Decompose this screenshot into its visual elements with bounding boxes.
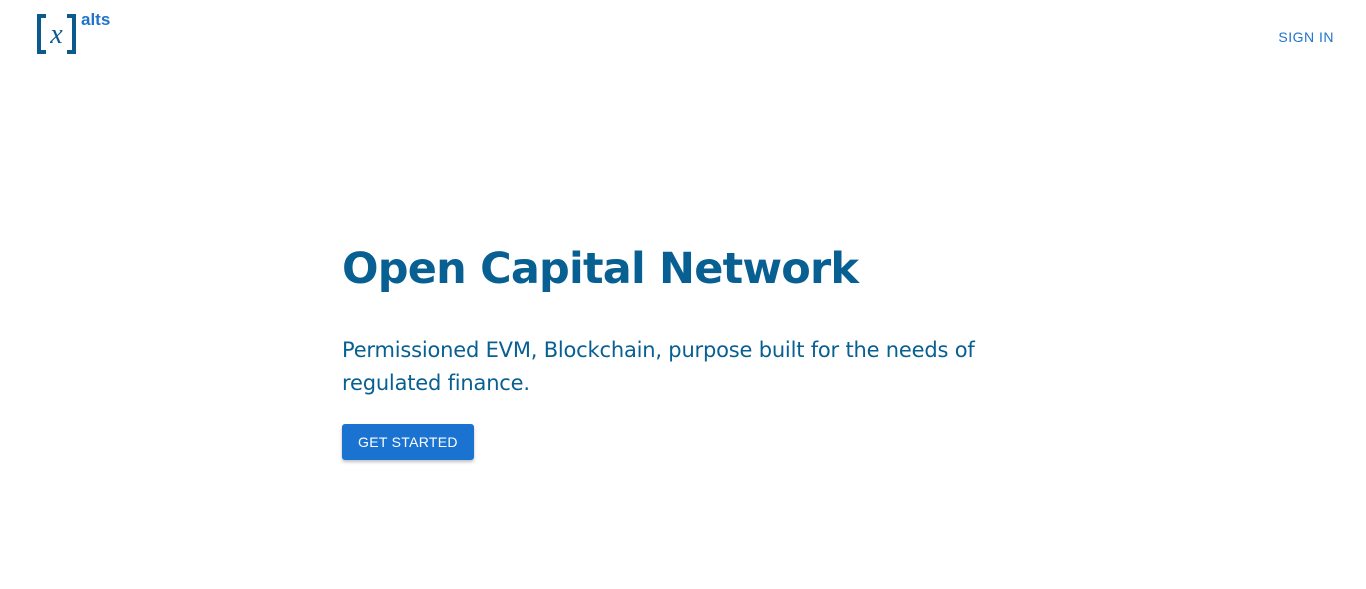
hero-section: Open Capital Network Permissioned EVM, B… <box>342 240 1042 460</box>
hero-title: Open Capital Network <box>342 244 859 294</box>
hero-subtitle: Permissioned EVM, Blockchain, purpose bu… <box>342 338 975 395</box>
sign-in-link[interactable]: SIGN IN <box>1278 29 1334 45</box>
landing-page: x alts SIGN IN Open Capital Network Perm… <box>0 0 1366 589</box>
logo-mark: x alts <box>37 12 110 54</box>
logo-glyph: x <box>49 19 63 50</box>
get-started-button[interactable]: GET STARTED <box>342 424 474 460</box>
logo-wordmark: alts <box>81 12 110 29</box>
xalts-logo[interactable]: x alts <box>35 12 119 56</box>
